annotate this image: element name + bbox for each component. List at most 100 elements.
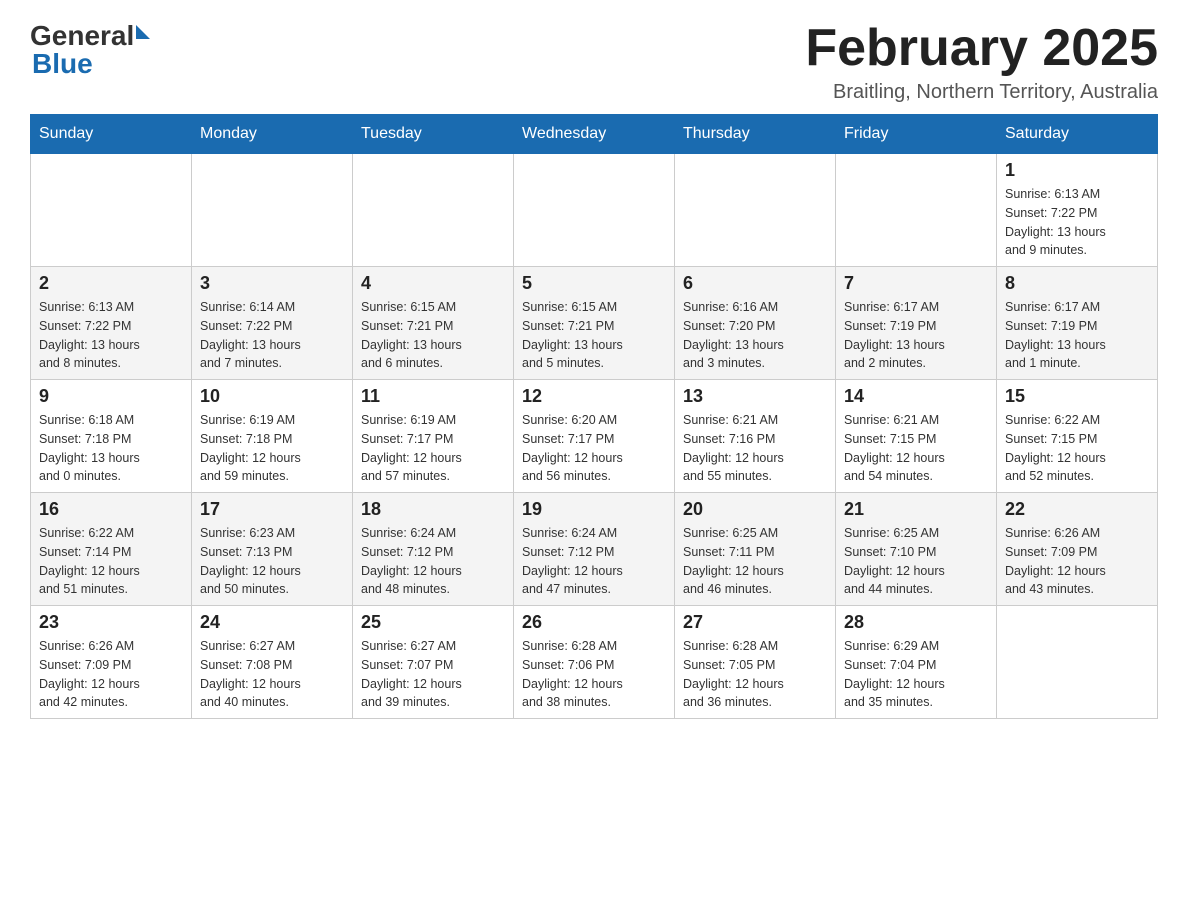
weekday-header-thursday: Thursday [675,115,836,154]
calendar-cell [192,154,353,267]
day-info: Sunrise: 6:27 AM Sunset: 7:08 PM Dayligh… [200,637,344,712]
day-number: 20 [683,499,827,520]
day-info: Sunrise: 6:24 AM Sunset: 7:12 PM Dayligh… [522,524,666,599]
weekday-header-friday: Friday [836,115,997,154]
month-title: February 2025 [805,20,1158,77]
logo-triangle-icon [136,25,150,39]
calendar-cell: 6 Sunrise: 6:16 AM Sunset: 7:20 PM Daylig… [675,267,836,380]
calendar-week-row: 23 Sunrise: 6:26 AM Sunset: 7:09 PM Dayli… [31,606,1158,719]
day-number: 18 [361,499,505,520]
calendar-cell: 23 Sunrise: 6:26 AM Sunset: 7:09 PM Dayli… [31,606,192,719]
calendar-cell [31,154,192,267]
day-number: 24 [200,612,344,633]
day-info: Sunrise: 6:20 AM Sunset: 7:17 PM Dayligh… [522,411,666,486]
day-info: Sunrise: 6:25 AM Sunset: 7:10 PM Dayligh… [844,524,988,599]
day-number: 23 [39,612,183,633]
weekday-header-tuesday: Tuesday [353,115,514,154]
calendar-cell: 4 Sunrise: 6:15 AM Sunset: 7:21 PM Daylig… [353,267,514,380]
calendar-cell: 26 Sunrise: 6:28 AM Sunset: 7:06 PM Dayli… [514,606,675,719]
calendar-cell: 13 Sunrise: 6:21 AM Sunset: 7:16 PM Dayli… [675,380,836,493]
day-number: 26 [522,612,666,633]
day-number: 16 [39,499,183,520]
weekday-header-saturday: Saturday [997,115,1158,154]
calendar-cell: 3Sunrise: 6:14 AM Sunset: 7:22 PM Daylig… [192,267,353,380]
day-number: 28 [844,612,988,633]
day-number: 27 [683,612,827,633]
calendar-cell [514,154,675,267]
calendar-header-row: SundayMondayTuesdayWednesdayThursdayFrid… [31,115,1158,154]
header: General Blue February 2025 Braitling, No… [30,20,1158,104]
calendar-cell [353,154,514,267]
calendar-cell: 2 Sunrise: 6:13 AM Sunset: 7:22 PM Daylig… [31,267,192,380]
day-number: 15 [1005,386,1149,407]
day-info: Sunrise: 6:14 AM Sunset: 7:22 PM Dayligh… [200,298,344,373]
day-number: 9 [39,386,183,407]
day-number: 5 [522,273,666,294]
day-info: Sunrise: 6:21 AM Sunset: 7:16 PM Dayligh… [683,411,827,486]
day-number: 2 [39,273,183,294]
calendar-cell: 1Sunrise: 6:13 AM Sunset: 7:22 PM Daylig… [997,154,1158,267]
day-number: 11 [361,386,505,407]
day-number: 7 [844,273,988,294]
weekday-header-sunday: Sunday [31,115,192,154]
day-number: 6 [683,273,827,294]
day-info: Sunrise: 6:28 AM Sunset: 7:06 PM Dayligh… [522,637,666,712]
calendar-cell: 18 Sunrise: 6:24 AM Sunset: 7:12 PM Dayli… [353,493,514,606]
day-number: 13 [683,386,827,407]
calendar-cell: 21 Sunrise: 6:25 AM Sunset: 7:10 PM Dayli… [836,493,997,606]
calendar-cell: 10 Sunrise: 6:19 AM Sunset: 7:18 PM Dayli… [192,380,353,493]
day-info: Sunrise: 6:17 AM Sunset: 7:19 PM Dayligh… [844,298,988,373]
day-info: Sunrise: 6:18 AM Sunset: 7:18 PM Dayligh… [39,411,183,486]
calendar-week-row: 1Sunrise: 6:13 AM Sunset: 7:22 PM Daylig… [31,154,1158,267]
day-info: Sunrise: 6:28 AM Sunset: 7:05 PM Dayligh… [683,637,827,712]
weekday-header-monday: Monday [192,115,353,154]
calendar-week-row: 9 Sunrise: 6:18 AM Sunset: 7:18 PM Daylig… [31,380,1158,493]
day-info: Sunrise: 6:22 AM Sunset: 7:15 PM Dayligh… [1005,411,1149,486]
day-info: Sunrise: 6:21 AM Sunset: 7:15 PM Dayligh… [844,411,988,486]
calendar-cell: 11 Sunrise: 6:19 AM Sunset: 7:17 PM Dayli… [353,380,514,493]
day-info: Sunrise: 6:13 AM Sunset: 7:22 PM Dayligh… [1005,185,1149,260]
day-number: 21 [844,499,988,520]
calendar-cell: 25Sunrise: 6:27 AM Sunset: 7:07 PM Dayli… [353,606,514,719]
day-info: Sunrise: 6:29 AM Sunset: 7:04 PM Dayligh… [844,637,988,712]
day-info: Sunrise: 6:19 AM Sunset: 7:18 PM Dayligh… [200,411,344,486]
calendar-cell: 24 Sunrise: 6:27 AM Sunset: 7:08 PM Dayli… [192,606,353,719]
calendar-cell: 15 Sunrise: 6:22 AM Sunset: 7:15 PM Dayli… [997,380,1158,493]
calendar-cell: 8 Sunrise: 6:17 AM Sunset: 7:19 PM Daylig… [997,267,1158,380]
calendar-cell: 7 Sunrise: 6:17 AM Sunset: 7:19 PM Daylig… [836,267,997,380]
day-info: Sunrise: 6:22 AM Sunset: 7:14 PM Dayligh… [39,524,183,599]
calendar-week-row: 2 Sunrise: 6:13 AM Sunset: 7:22 PM Daylig… [31,267,1158,380]
calendar-cell: 16 Sunrise: 6:22 AM Sunset: 7:14 PM Dayli… [31,493,192,606]
day-number: 10 [200,386,344,407]
day-info: Sunrise: 6:16 AM Sunset: 7:20 PM Dayligh… [683,298,827,373]
calendar-table: SundayMondayTuesdayWednesdayThursdayFrid… [30,114,1158,719]
calendar-cell [997,606,1158,719]
calendar-cell: 9 Sunrise: 6:18 AM Sunset: 7:18 PM Daylig… [31,380,192,493]
day-number: 8 [1005,273,1149,294]
logo-blue-text: Blue [32,48,93,79]
calendar-week-row: 16 Sunrise: 6:22 AM Sunset: 7:14 PM Dayli… [31,493,1158,606]
calendar-cell: 5 Sunrise: 6:15 AM Sunset: 7:21 PM Daylig… [514,267,675,380]
day-number: 17 [200,499,344,520]
calendar-cell: 28 Sunrise: 6:29 AM Sunset: 7:04 PM Dayli… [836,606,997,719]
day-info: Sunrise: 6:24 AM Sunset: 7:12 PM Dayligh… [361,524,505,599]
day-info: Sunrise: 6:17 AM Sunset: 7:19 PM Dayligh… [1005,298,1149,373]
day-number: 25 [361,612,505,633]
calendar-cell: 19 Sunrise: 6:24 AM Sunset: 7:12 PM Dayli… [514,493,675,606]
day-info: Sunrise: 6:15 AM Sunset: 7:21 PM Dayligh… [361,298,505,373]
day-info: Sunrise: 6:26 AM Sunset: 7:09 PM Dayligh… [39,637,183,712]
logo-area: General Blue [30,20,150,80]
day-number: 19 [522,499,666,520]
day-info: Sunrise: 6:19 AM Sunset: 7:17 PM Dayligh… [361,411,505,486]
day-info: Sunrise: 6:26 AM Sunset: 7:09 PM Dayligh… [1005,524,1149,599]
day-info: Sunrise: 6:23 AM Sunset: 7:13 PM Dayligh… [200,524,344,599]
day-info: Sunrise: 6:13 AM Sunset: 7:22 PM Dayligh… [39,298,183,373]
day-info: Sunrise: 6:15 AM Sunset: 7:21 PM Dayligh… [522,298,666,373]
calendar-cell: 27 Sunrise: 6:28 AM Sunset: 7:05 PM Dayli… [675,606,836,719]
day-number: 4 [361,273,505,294]
calendar-cell [675,154,836,267]
day-number: 14 [844,386,988,407]
calendar-cell: 17 Sunrise: 6:23 AM Sunset: 7:13 PM Dayli… [192,493,353,606]
title-area: February 2025 Braitling, Northern Territ… [805,20,1158,104]
location-title: Braitling, Northern Territory, Australia [805,81,1158,104]
